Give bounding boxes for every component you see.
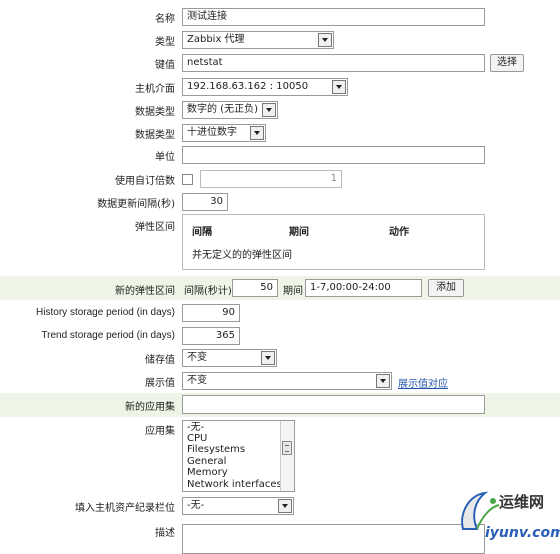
- chevron-down-icon: [376, 374, 390, 388]
- type-label: 类型: [155, 37, 175, 48]
- multiplier-checkbox[interactable]: [182, 174, 193, 185]
- interface-label: 主机介面: [135, 84, 175, 95]
- list-item[interactable]: CPU: [187, 433, 207, 444]
- name-label: 名称: [155, 14, 175, 25]
- chevron-down-icon: [261, 351, 275, 365]
- chevron-down-icon: [332, 80, 346, 94]
- list-item[interactable]: Memory: [187, 467, 228, 478]
- chevron-down-icon: [262, 103, 276, 117]
- units-label: 单位: [155, 152, 175, 163]
- flex-col-interval: 间隔: [192, 227, 212, 238]
- multiplier-label: 使用自订倍数: [115, 176, 175, 187]
- description-label: 描述: [155, 528, 175, 539]
- inventory-select-value: -无-: [187, 500, 205, 511]
- list-item[interactable]: Filesystems: [187, 444, 245, 455]
- chevron-down-icon: [250, 126, 264, 140]
- inventory-select[interactable]: -无-: [182, 497, 294, 515]
- info-type-select[interactable]: 数字的 (无正负): [182, 101, 278, 119]
- trend-input[interactable]: 365: [182, 327, 240, 345]
- inventory-label: 填入主机资产纪录栏位: [75, 503, 175, 514]
- applications-listbox[interactable]: -无- CPU Filesystems General Memory Netwo…: [182, 420, 295, 492]
- store-value-select-value: 不变: [187, 352, 207, 363]
- flex-empty-text: 并无定义的的弹性区间: [192, 250, 292, 261]
- key-label: 键值: [155, 60, 175, 71]
- flex-intervals-table: 间隔 期间 动作 并无定义的的弹性区间: [182, 214, 485, 270]
- interface-select-value: 192.168.63.162 : 10050: [187, 81, 309, 92]
- scrollbar-thumb[interactable]: [282, 441, 292, 455]
- key-input[interactable]: netstat: [182, 54, 485, 72]
- select-key-button[interactable]: 选择: [490, 54, 524, 72]
- update-interval-input[interactable]: 30: [182, 193, 228, 211]
- applications-label: 应用集: [145, 426, 175, 437]
- data-type-select-value: 十进位数字: [187, 127, 237, 138]
- new-flex-interval-input[interactable]: 50: [232, 279, 278, 297]
- list-item[interactable]: -无-: [187, 422, 204, 433]
- watermark-domain: iyunv.com: [485, 525, 560, 541]
- trend-label: Trend storage period (in days): [41, 330, 175, 341]
- new-application-input[interactable]: [182, 395, 485, 414]
- data-type-label: 数据类型: [135, 130, 175, 141]
- add-flex-button[interactable]: 添加: [428, 279, 464, 297]
- flex-col-period: 期间: [289, 227, 309, 238]
- data-type-select[interactable]: 十进位数字: [182, 124, 266, 142]
- store-value-label: 储存值: [145, 355, 175, 366]
- store-value-select[interactable]: 不变: [182, 349, 277, 367]
- chevron-down-icon: [318, 33, 332, 47]
- watermark-brand: 运维网: [499, 493, 545, 511]
- name-input[interactable]: 测试连接: [182, 8, 485, 26]
- new-flex-period-label: 期间: [283, 286, 303, 297]
- chevron-down-icon: [278, 499, 292, 513]
- value-mapping-link[interactable]: 展示值对应: [398, 375, 448, 390]
- list-item[interactable]: General: [187, 456, 226, 467]
- flex-label: 弹性区间: [135, 222, 175, 233]
- watermark: 运维网 iyunv.com: [455, 483, 560, 550]
- interface-select[interactable]: 192.168.63.162 : 10050: [182, 78, 348, 96]
- new-flex-period-input[interactable]: 1-7,00:00-24:00: [305, 279, 422, 297]
- show-value-label: 展示值: [145, 378, 175, 389]
- flex-col-action: 动作: [389, 227, 409, 238]
- update-interval-label: 数据更新间隔(秒): [97, 199, 175, 210]
- show-value-select[interactable]: 不变: [182, 372, 392, 390]
- list-item[interactable]: Network interfaces: [187, 479, 282, 490]
- history-input[interactable]: 90: [182, 304, 240, 322]
- info-type-select-value: 数字的 (无正负): [187, 104, 258, 115]
- new-application-label: 新的应用集: [125, 402, 175, 413]
- new-flex-interval-label: 间隔(秒计): [184, 286, 232, 297]
- units-input[interactable]: [182, 146, 485, 164]
- multiplier-input[interactable]: 1: [200, 170, 342, 188]
- info-type-label: 数据类型: [135, 107, 175, 118]
- applications-scrollbar[interactable]: [280, 421, 294, 491]
- show-value-select-value: 不变: [187, 375, 207, 386]
- type-select-value: Zabbix 代理: [187, 34, 245, 45]
- new-flex-label: 新的弹性区间: [115, 286, 175, 297]
- type-select[interactable]: Zabbix 代理: [182, 31, 334, 49]
- history-label: History storage period (in days): [36, 307, 175, 318]
